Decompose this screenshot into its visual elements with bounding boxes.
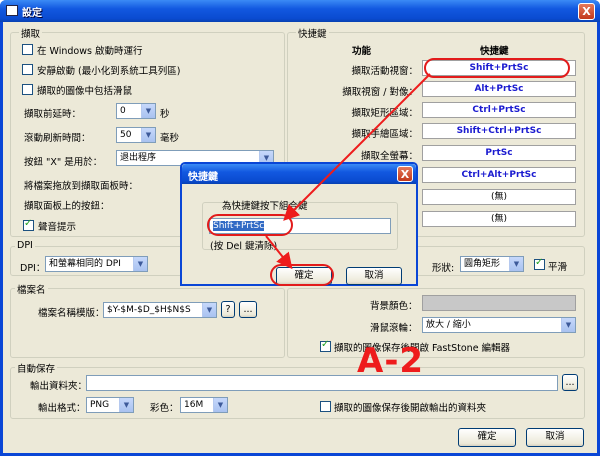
annotation-arrow-2: [265, 235, 293, 270]
annotation-arrow-1: [283, 73, 431, 221]
annotation-arrows: [265, 73, 431, 270]
annotation-label: A-2: [357, 341, 425, 381]
